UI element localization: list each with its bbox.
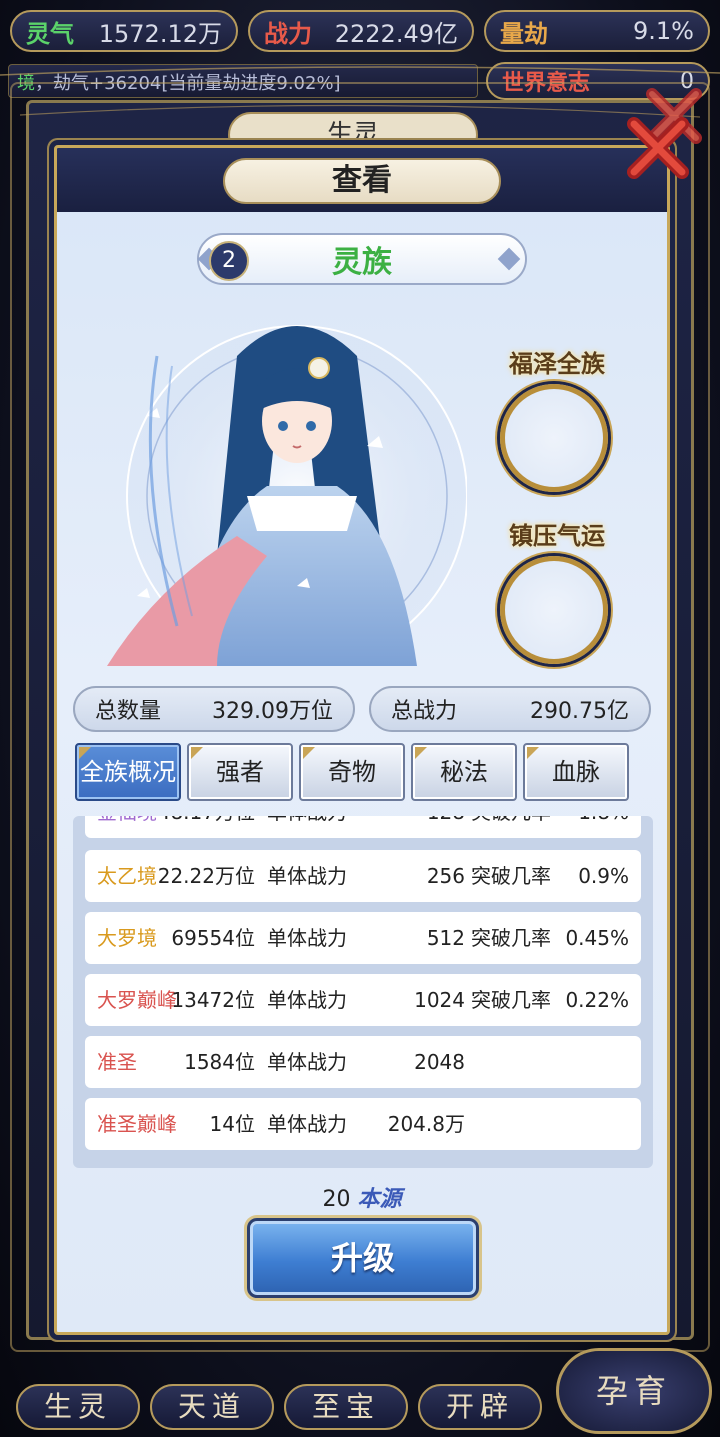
total-power-value: 290.75亿 <box>530 699 629 724</box>
total-count-label: 总数量 <box>95 699 162 724</box>
realm-name: 大罗巅峰 <box>97 988 177 1012</box>
tab-corner-decoration <box>191 747 203 759</box>
realm-name: 准圣 <box>97 1050 137 1074</box>
slot-label-blessing: 福泽全族 <box>509 350 605 378</box>
unit-power-value: 256 <box>426 864 465 888</box>
list-item: 大罗境 69554位 单体战力 512 突破几率 0.45% <box>85 912 641 964</box>
race-selector[interactable]: 2 灵族 <box>197 233 527 285</box>
list-item: 大罗巅峰 13472位 单体战力 1024 突破几率 0.22% <box>85 974 641 1026</box>
tab-experts[interactable]: 强者 <box>187 743 293 801</box>
bottom-nav: 生灵 天道 至宝 开辟 孕育 <box>0 1340 720 1437</box>
dialog-close-icon[interactable] <box>622 112 694 184</box>
lingqi-label: 灵气 <box>26 19 74 48</box>
list-item: 金仙境 48.17万位 单体战力 128 突破几率 1.8% <box>85 816 641 838</box>
race-detail-dialog: 查看 2 灵族 福泽全族 镇压气运 总数量 329.09万位 总战力 290.7… <box>54 145 670 1335</box>
slot-label-fortune: 镇压气运 <box>509 522 605 550</box>
realm-count: 1584位 <box>184 1050 255 1074</box>
tab-treasures-label: 奇物 <box>328 758 376 786</box>
list-item: 太乙境 22.22万位 单体战力 256 突破几率 0.9% <box>85 850 641 902</box>
dialog-title: 查看 <box>223 158 501 204</box>
breakthrough-rate: 0.9% <box>578 864 629 888</box>
cost-amount: 20 <box>322 1187 351 1212</box>
realm-name: 金仙境 <box>97 816 157 838</box>
breakthrough-rate: 0.45% <box>565 926 629 950</box>
tab-corner-decoration <box>303 747 315 759</box>
top-resource-bar: 灵气 1572.12万 战力 2222.49亿 量劫 9.1% <box>0 0 720 60</box>
unit-power-value: 128 <box>427 816 465 838</box>
tab-secret-arts-label: 秘法 <box>440 758 488 786</box>
power-resource[interactable]: 战力 2222.49亿 <box>248 10 474 52</box>
race-next-icon[interactable] <box>497 247 521 271</box>
unit-power-label: 单体战力 <box>267 864 347 888</box>
breakthrough-label: 突破几率 <box>471 988 551 1012</box>
total-power-stat: 总战力 290.75亿 <box>369 686 651 732</box>
unit-power-value: 204.8万 <box>387 1112 465 1136</box>
tab-bar: 全族概况 强者 奇物 秘法 血脉 <box>73 743 653 803</box>
tab-bloodline[interactable]: 血脉 <box>523 743 629 801</box>
fortune-slot[interactable] <box>500 556 608 664</box>
calamity-resource[interactable]: 量劫 9.1% <box>484 10 710 52</box>
unit-power-label: 单体战力 <box>267 988 347 1012</box>
unit-power-label: 单体战力 <box>267 816 347 838</box>
nav-creation[interactable]: 开辟 <box>418 1384 542 1430</box>
breakthrough-rate: 0.22% <box>565 988 629 1012</box>
power-value: 2222.49亿 <box>334 19 458 48</box>
realm-name: 准圣巅峰 <box>97 1112 177 1136</box>
tab-overview[interactable]: 全族概况 <box>75 743 181 801</box>
blessing-slot[interactable] <box>500 384 608 492</box>
realm-count: 14位 <box>209 1112 255 1136</box>
realm-count: 48.17万位 <box>158 816 255 838</box>
tab-treasures[interactable]: 奇物 <box>299 743 405 801</box>
calamity-value: 9.1% <box>633 17 694 45</box>
upgrade-button[interactable]: 升级 <box>247 1218 479 1298</box>
cost-unit: 本源 <box>357 1187 402 1212</box>
unit-power-value: 1024 <box>414 988 465 1012</box>
race-name: 灵族 <box>332 245 392 280</box>
upgrade-cost: 20 本源 <box>57 1181 667 1213</box>
breakthrough-label: 突破几率 <box>471 864 551 888</box>
tab-corner-decoration <box>527 747 539 759</box>
nav-incubate[interactable]: 孕育 <box>556 1348 712 1434</box>
list-item: 准圣巅峰 14位 单体战力 204.8万 <box>85 1098 641 1150</box>
unit-power-value: 2048 <box>414 1050 465 1074</box>
unit-power-label: 单体战力 <box>267 1112 347 1136</box>
breakthrough-rate: 1.8% <box>578 816 629 838</box>
lingqi-value: 1572.12万 <box>98 19 222 48</box>
realm-list[interactable]: 金仙境 48.17万位 单体战力 128 突破几率 1.8% 太乙境 22.22… <box>73 816 653 1168</box>
unit-power-value: 512 <box>426 926 465 950</box>
total-count-stat: 总数量 329.09万位 <box>73 686 355 732</box>
total-count-value: 329.09万位 <box>212 699 333 724</box>
realm-count: 69554位 <box>171 926 255 950</box>
tab-corner-decoration <box>79 747 91 759</box>
tab-overview-label: 全族概况 <box>80 758 176 786</box>
tab-secret-arts[interactable]: 秘法 <box>411 743 517 801</box>
total-power-label: 总战力 <box>391 699 458 724</box>
tab-bloodline-label: 血脉 <box>552 758 600 786</box>
list-item: 准圣 1584位 单体战力 2048 <box>85 1036 641 1088</box>
realm-count: 13472位 <box>171 988 255 1012</box>
nav-treasures[interactable]: 至宝 <box>284 1384 408 1430</box>
breakthrough-label: 突破几率 <box>471 816 551 838</box>
lingqi-resource[interactable]: 灵气 1572.12万 <box>10 10 238 52</box>
race-portrait <box>107 325 467 666</box>
unit-power-label: 单体战力 <box>267 926 347 950</box>
realm-name: 大罗境 <box>97 926 157 950</box>
calamity-label: 量劫 <box>500 19 548 48</box>
race-number-badge: 2 <box>209 241 249 281</box>
tab-corner-decoration <box>415 747 427 759</box>
realm-name: 太乙境 <box>97 864 157 888</box>
tab-experts-label: 强者 <box>216 758 264 786</box>
power-label: 战力 <box>264 19 312 48</box>
nav-creatures[interactable]: 生灵 <box>16 1384 140 1430</box>
realm-count: 22.22万位 <box>157 864 255 888</box>
nav-heavenly-dao[interactable]: 天道 <box>150 1384 274 1430</box>
breakthrough-label: 突破几率 <box>471 926 551 950</box>
unit-power-label: 单体战力 <box>267 1050 347 1074</box>
